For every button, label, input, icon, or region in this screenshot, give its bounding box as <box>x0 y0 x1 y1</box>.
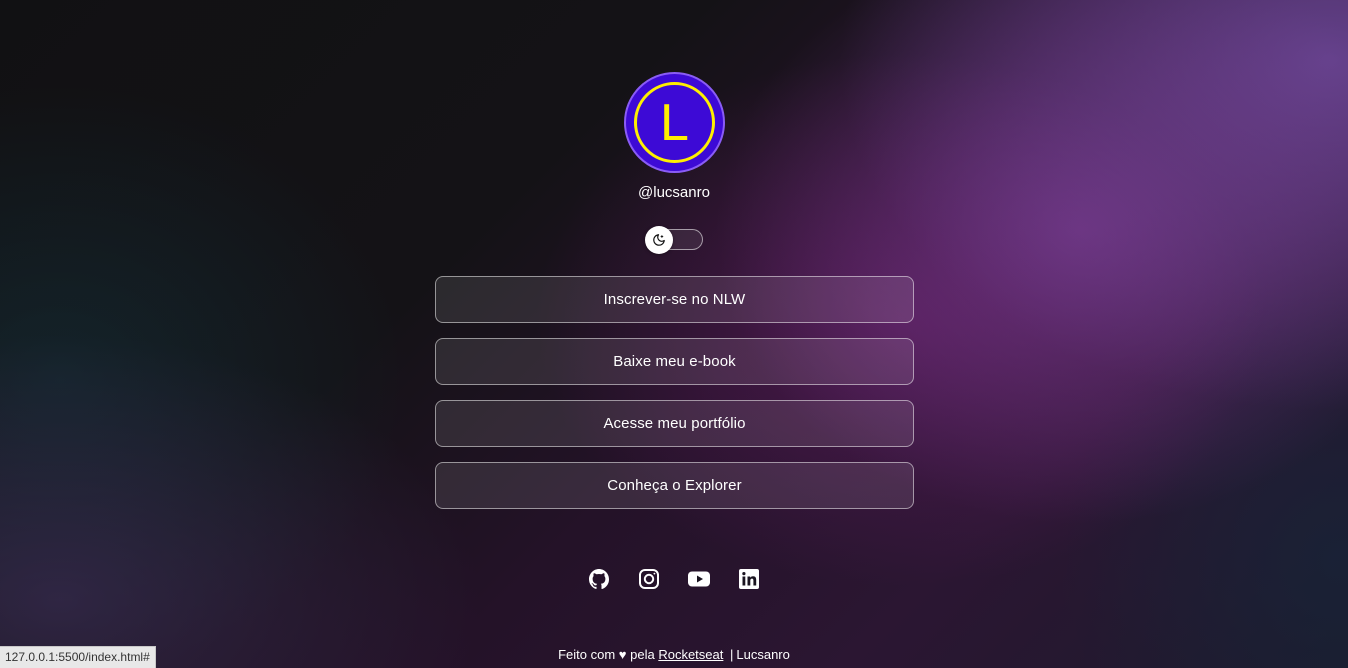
link-button-ebook[interactable]: Baixe meu e-book <box>435 338 914 385</box>
instagram-icon <box>639 569 659 589</box>
footer-prefix: Feito com ♥ pela <box>558 647 655 662</box>
status-bar-url: 127.0.0.1:5500/index.html# <box>0 646 156 668</box>
theme-toggle-switch[interactable] <box>645 226 703 254</box>
avatar-letter: L <box>634 82 715 163</box>
instagram-link[interactable] <box>637 567 661 591</box>
profile-avatar: L <box>624 72 725 173</box>
list-item: Baixe meu e-book <box>435 338 914 385</box>
linkedin-link[interactable] <box>737 567 761 591</box>
moon-icon <box>653 234 665 246</box>
list-item: Inscrever-se no NLW <box>435 276 914 323</box>
github-link[interactable] <box>587 567 611 591</box>
link-button-explorer[interactable]: Conheça o Explorer <box>435 462 914 509</box>
linkedin-icon <box>739 569 759 589</box>
profile-handle: @lucsanro <box>638 184 710 201</box>
footer-author: Lucsanro <box>736 647 790 662</box>
social-links <box>0 567 1348 591</box>
links-list: Inscrever-se no NLW Baixe meu e-book Ace… <box>435 276 914 524</box>
github-icon <box>589 569 610 590</box>
list-item: Conheça o Explorer <box>435 462 914 509</box>
link-button-portfolio[interactable]: Acesse meu portfólio <box>435 400 914 447</box>
footer: Feito com ♥ pela Rocketseat | Lucsanro <box>0 647 1348 662</box>
youtube-link[interactable] <box>687 567 711 591</box>
link-button-nlw[interactable]: Inscrever-se no NLW <box>435 276 914 323</box>
footer-separator: | <box>730 647 734 662</box>
list-item: Acesse meu portfólio <box>435 400 914 447</box>
youtube-icon <box>688 571 710 587</box>
rocketseat-link[interactable]: Rocketseat <box>658 647 723 662</box>
theme-toggle-knob[interactable] <box>645 226 673 254</box>
